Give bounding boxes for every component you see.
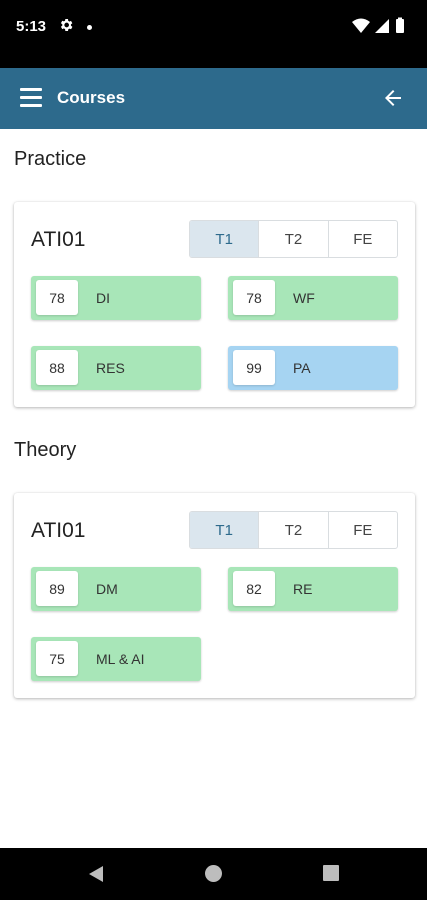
nav-recents-icon[interactable] bbox=[323, 865, 339, 881]
score-value: 78 bbox=[233, 280, 275, 315]
score-value: 78 bbox=[36, 280, 78, 315]
score-chip-wf[interactable]: 78 WF bbox=[228, 276, 398, 320]
score-label: RES bbox=[96, 360, 125, 376]
score-label: RE bbox=[293, 581, 313, 597]
score-value: 89 bbox=[36, 571, 78, 606]
tab-fe[interactable]: FE bbox=[327, 512, 397, 548]
section-title-theory: Theory bbox=[14, 439, 77, 461]
course-card-theory: ATI01 T1 T2 FE 89 DM 82 RE 75 ML & AI bbox=[14, 493, 415, 698]
score-value: 82 bbox=[233, 571, 275, 606]
cellular-icon bbox=[375, 19, 389, 33]
tab-fe[interactable]: FE bbox=[327, 221, 397, 257]
score-label: WF bbox=[293, 290, 315, 306]
section-title-practice: Practice bbox=[14, 148, 87, 170]
tab-t1[interactable]: T1 bbox=[190, 221, 259, 257]
tab-t1[interactable]: T1 bbox=[190, 512, 259, 548]
page-title: Courses bbox=[57, 88, 126, 107]
nav-home-icon[interactable] bbox=[205, 865, 222, 882]
notification-dot-icon bbox=[87, 25, 92, 30]
gear-icon bbox=[60, 19, 73, 31]
tab-t2[interactable]: T2 bbox=[258, 512, 327, 548]
score-label: ML & AI bbox=[96, 651, 145, 667]
arrow-back-icon[interactable] bbox=[381, 86, 405, 110]
menu-icon[interactable] bbox=[20, 88, 42, 108]
score-value: 99 bbox=[233, 350, 275, 385]
battery-icon bbox=[396, 19, 404, 33]
system-nav-bar bbox=[0, 848, 427, 900]
status-time: 5:13 bbox=[16, 18, 47, 35]
term-selector: T1 T2 FE bbox=[189, 511, 398, 549]
score-value: 75 bbox=[36, 641, 78, 676]
score-chip-res[interactable]: 88 RES bbox=[31, 346, 201, 390]
status-bar: 5:13 bbox=[0, 0, 427, 68]
course-card-practice: ATI01 T1 T2 FE 78 DI 78 WF 88 RES 99 PA bbox=[14, 202, 415, 407]
app-bar: Courses bbox=[0, 68, 427, 129]
score-chip-di[interactable]: 78 DI bbox=[31, 276, 201, 320]
wifi-icon bbox=[352, 18, 370, 33]
score-chip-pa[interactable]: 99 PA bbox=[228, 346, 398, 390]
nav-back-icon[interactable] bbox=[88, 865, 104, 883]
score-label: DM bbox=[96, 581, 118, 597]
course-title: ATI01 bbox=[31, 519, 86, 542]
term-selector: T1 T2 FE bbox=[189, 220, 398, 258]
tab-t2[interactable]: T2 bbox=[258, 221, 327, 257]
score-value: 88 bbox=[36, 350, 78, 385]
score-chip-re[interactable]: 82 RE bbox=[228, 567, 398, 611]
score-label: DI bbox=[96, 290, 110, 306]
course-title: ATI01 bbox=[31, 228, 86, 251]
status-icons bbox=[352, 17, 404, 33]
score-label: PA bbox=[293, 360, 311, 376]
score-chip-ml-ai[interactable]: 75 ML & AI bbox=[31, 637, 201, 681]
score-chip-dm[interactable]: 89 DM bbox=[31, 567, 201, 611]
